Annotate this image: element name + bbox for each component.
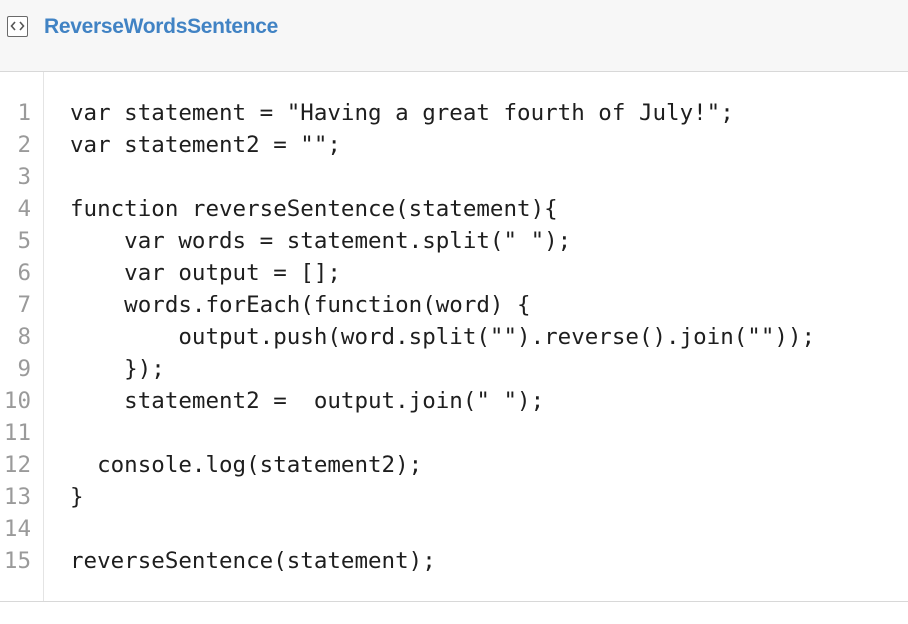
code-line[interactable]: }); [70, 353, 165, 385]
line-number: 14 [3, 516, 31, 542]
code-line[interactable]: statement2 = output.join(" "); [70, 385, 544, 417]
line-number: 9 [17, 356, 31, 382]
code-line[interactable]: var statement = "Having a great fourth o… [70, 97, 734, 129]
code-file-icon [7, 16, 28, 37]
line-number: 8 [17, 324, 31, 350]
file-header: ReverseWordsSentence [0, 0, 908, 72]
code-line[interactable]: var output = []; [70, 257, 341, 289]
code-line[interactable]: words.forEach(function(word) { [70, 289, 530, 321]
code-line[interactable]: console.log(statement2); [70, 449, 422, 481]
code-line[interactable]: } [70, 481, 84, 513]
line-number: 7 [17, 292, 31, 318]
line-number: 5 [17, 228, 31, 254]
line-number: 6 [17, 260, 31, 286]
code-line[interactable]: reverseSentence(statement); [70, 545, 436, 577]
code-viewer: 1 2 3 4 5 6 7 8 9 10 11 12 13 14 15 var … [0, 72, 908, 602]
code-line[interactable]: var statement2 = ""; [70, 129, 341, 161]
code-line[interactable]: function reverseSentence(statement){ [70, 193, 558, 225]
line-number: 12 [3, 452, 31, 478]
file-title-link[interactable]: ReverseWordsSentence [44, 12, 278, 42]
code-line[interactable]: output.push(word.split("").reverse().joi… [70, 321, 815, 353]
line-number: 4 [17, 196, 31, 222]
line-number: 1 [17, 100, 31, 126]
line-number: 15 [3, 548, 31, 574]
line-number: 13 [3, 484, 31, 510]
footer-spacer [0, 602, 908, 624]
line-number: 11 [3, 420, 31, 446]
line-number: 3 [17, 164, 31, 190]
code-line[interactable]: var words = statement.split(" "); [70, 225, 571, 257]
line-number-gutter: 1 2 3 4 5 6 7 8 9 10 11 12 13 14 15 [0, 72, 44, 601]
line-number: 10 [3, 388, 31, 414]
line-number: 2 [17, 132, 31, 158]
